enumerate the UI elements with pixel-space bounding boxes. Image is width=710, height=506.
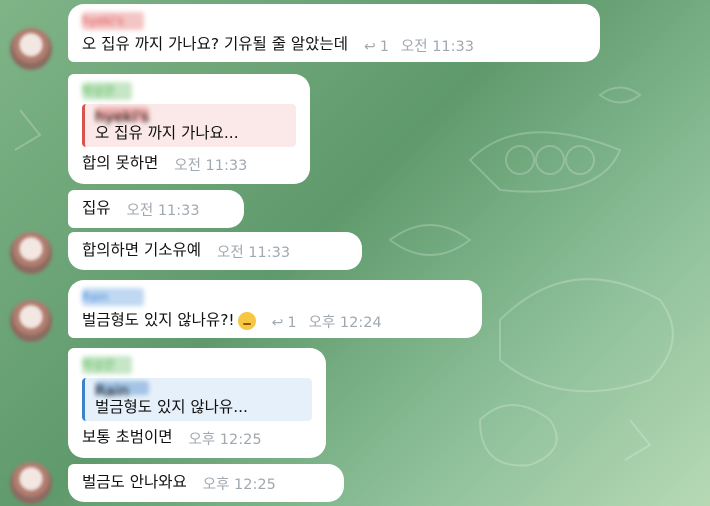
message-bubble[interactable]: Rain 벌금형도 있지 않나유?! ↩ 1 오후 12:24: [68, 280, 482, 338]
thinking-face-emoji: [237, 312, 256, 330]
message-time: 오전 11:33: [217, 245, 291, 261]
message-bubble[interactable]: 집유 오전 11:33: [68, 190, 244, 228]
reply-sender: Rain: [95, 381, 149, 400]
sender-name[interactable]: hyeki's: [82, 12, 144, 30]
message-time: 오후 12:25: [188, 432, 262, 448]
message-text: 보통 초범이면: [82, 428, 173, 446]
message-time: 오전 11:33: [174, 158, 248, 174]
avatar[interactable]: [10, 232, 52, 274]
reply-text: 벌금형도 있지 않나유...: [95, 398, 248, 416]
message-text: 합의 못하면: [82, 154, 159, 172]
message-time: 오후 12:25: [202, 477, 276, 493]
message-time: 오전 11:33: [400, 39, 474, 55]
reply-quote[interactable]: Rain 벌금형도 있지 않나유...: [82, 378, 312, 421]
avatar[interactable]: [10, 300, 52, 342]
sender-name[interactable]: 박상은: [82, 356, 132, 374]
avatar[interactable]: [10, 462, 52, 504]
message-bubble[interactable]: 합의하면 기소유예 오전 11:33: [68, 232, 362, 270]
reply-sender: hyeki's: [95, 107, 150, 126]
sender-name[interactable]: 박상은: [82, 82, 132, 100]
reply-quote[interactable]: hyeki's 오 집유 까지 가나요...: [82, 104, 296, 147]
reply-count[interactable]: 1: [380, 37, 389, 57]
message-bubble[interactable]: 박상은 Rain 벌금형도 있지 않나유... 보통 초범이면 오후 12:25: [68, 348, 326, 458]
message-bubble[interactable]: 벌금도 안나와요 오후 12:25: [68, 464, 344, 502]
sender-name[interactable]: Rain: [82, 288, 144, 306]
message-bubble[interactable]: hyeki's 오 집유 까지 가나요? 기유될 줄 알았는데 ↩ 1 오전 1…: [68, 4, 600, 62]
message-time: 오후 12:24: [308, 315, 382, 331]
message-bubble[interactable]: 박상은 hyeki's 오 집유 까지 가나요... 합의 못하면 오전 11:…: [68, 74, 310, 184]
reply-arrow-icon: ↩: [363, 39, 376, 55]
message-time: 오전 11:33: [126, 203, 200, 219]
message-text: 벌금도 안나와요: [82, 473, 187, 491]
reply-text: 오 집유 까지 가나요...: [95, 124, 239, 142]
message-text: 합의하면 기소유예: [82, 241, 202, 259]
reply-count[interactable]: 1: [287, 313, 296, 333]
reply-arrow-icon: ↩: [271, 315, 284, 331]
message-text: 오 집유 까지 가나요? 기유될 줄 알았는데: [82, 35, 348, 53]
avatar[interactable]: [10, 28, 52, 70]
message-text: 집유: [82, 199, 111, 217]
message-text: 벌금형도 있지 않나유?!: [82, 311, 235, 329]
